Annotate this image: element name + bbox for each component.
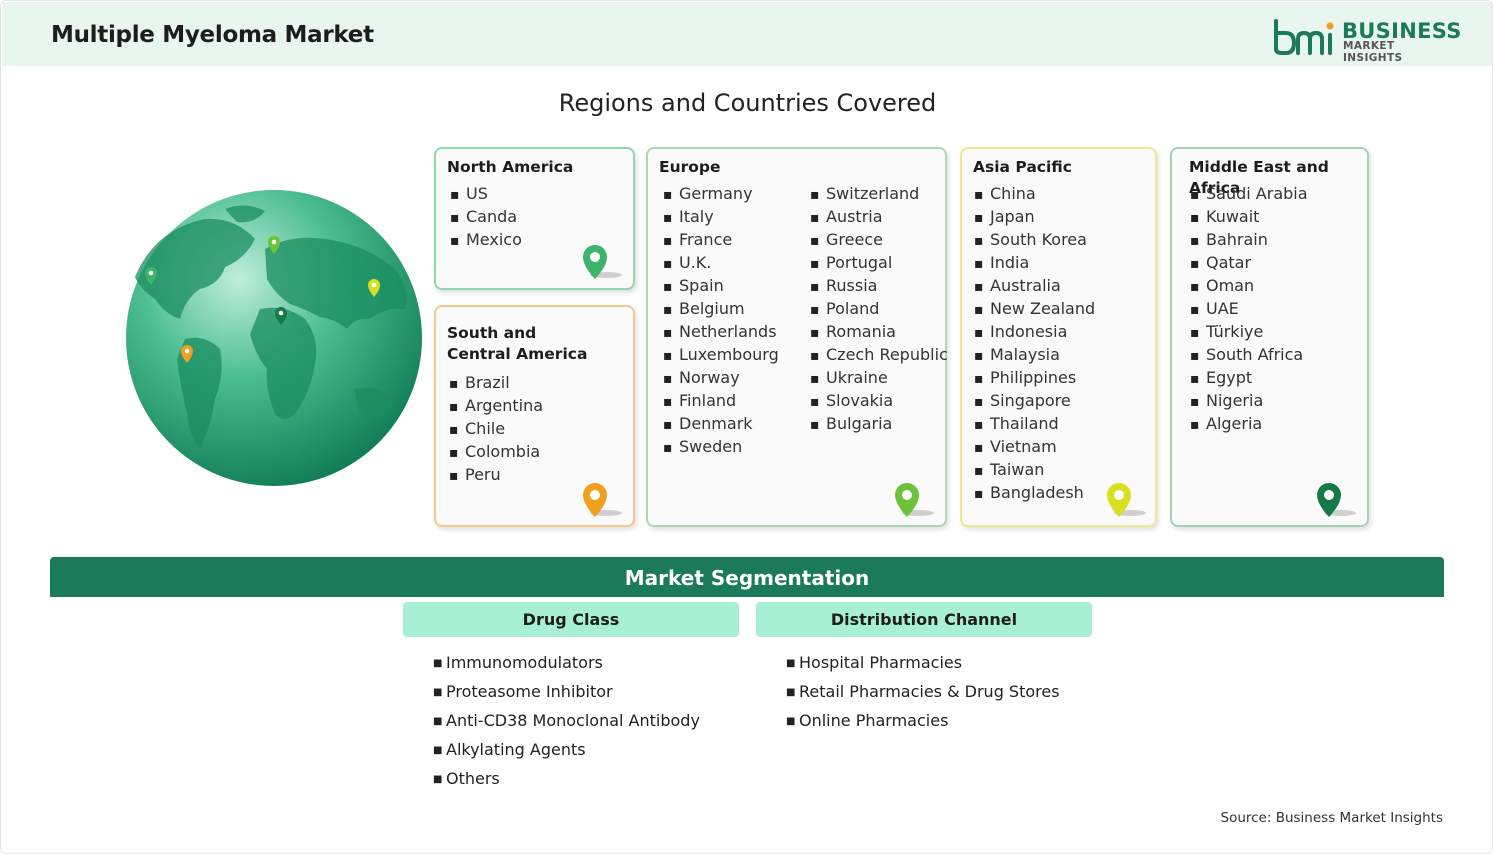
header-bar: Multiple Myeloma Market BUSINESS MARKET … — [2, 2, 1492, 66]
segment-header-distribution-channel: Distribution Channel — [756, 602, 1092, 637]
country-item: Norway — [663, 367, 779, 390]
country-item: Thailand — [974, 413, 1095, 436]
regions-title: Regions and Countries Covered — [558, 89, 937, 117]
country-item: Algeria — [1190, 413, 1308, 436]
country-list-asia-pacific: China Japan South Korea India Australia … — [974, 183, 1095, 505]
country-item: UAE — [1190, 298, 1308, 321]
country-item: Slovakia — [810, 390, 948, 413]
country-item: Greece — [810, 229, 948, 252]
country-item: New Zealand — [974, 298, 1095, 321]
country-item: India — [974, 252, 1095, 275]
country-item: Egypt — [1190, 367, 1308, 390]
region-title-asia-pacific: Asia Pacific — [973, 158, 1072, 176]
drug-class-list: Immunomodulators Proteasome Inhibitor An… — [433, 649, 700, 794]
country-item: US — [450, 183, 522, 206]
country-item: Russia — [810, 275, 948, 298]
country-item: Colombia — [449, 441, 543, 464]
country-item: Argentina — [449, 395, 543, 418]
region-card-north-america: North America US Canda Mexico — [434, 147, 635, 290]
country-item: Brazil — [449, 372, 543, 395]
country-item: Bangladesh — [974, 482, 1095, 505]
region-card-asia-pacific: Asia Pacific China Japan South Korea Ind… — [960, 147, 1157, 527]
company-logo: BUSINESS MARKET INSIGHTS — [1272, 17, 1461, 64]
country-list-europe-col2: Switzerland Austria Greece Portugal Russ… — [810, 183, 948, 436]
country-item: U.K. — [663, 252, 779, 275]
segment-item: Online Pharmacies — [786, 707, 1060, 736]
country-item: Romania — [810, 321, 948, 344]
infographic-frame: Multiple Myeloma Market BUSINESS MARKET … — [0, 0, 1493, 854]
country-item: South Africa — [1190, 344, 1308, 367]
country-item: Kuwait — [1190, 206, 1308, 229]
country-item: Singapore — [974, 390, 1095, 413]
country-item: Mexico — [450, 229, 522, 252]
region-title-europe: Europe — [659, 158, 721, 176]
segment-item: Hospital Pharmacies — [786, 649, 1060, 678]
country-item: Saudi Arabia — [1190, 183, 1308, 206]
segment-item: Proteasome Inhibitor — [433, 678, 700, 707]
country-item: Czech Republic — [810, 344, 948, 367]
country-item: Finland — [663, 390, 779, 413]
country-item: Vietnam — [974, 436, 1095, 459]
country-item: France — [663, 229, 779, 252]
region-card-middle-east-africa: Middle East and Africa Saudi Arabia Kuwa… — [1170, 147, 1369, 527]
source-note: Source: Business Market Insights — [1220, 810, 1444, 826]
country-item: Belgium — [663, 298, 779, 321]
segment-item: Anti-CD38 Monoclonal Antibody — [433, 707, 700, 736]
country-item: Canda — [450, 206, 522, 229]
country-item: Indonesia — [974, 321, 1095, 344]
country-list-north-america: US Canda Mexico — [450, 183, 522, 252]
country-item: Oman — [1190, 275, 1308, 298]
location-pin-icon — [1317, 483, 1356, 517]
country-item: Switzerland — [810, 183, 948, 206]
country-item: China — [974, 183, 1095, 206]
region-title-north-america: North America — [447, 158, 574, 176]
country-item: Sweden — [663, 436, 779, 459]
country-item: Nigeria — [1190, 390, 1308, 413]
region-card-europe: Europe Germany Italy France U.K. Spain B… — [646, 147, 948, 527]
country-item: Ukraine — [810, 367, 948, 390]
country-item: Luxembourg — [663, 344, 779, 367]
country-item: Australia — [974, 275, 1095, 298]
distribution-channel-list: Hospital Pharmacies Retail Pharmacies & … — [786, 649, 1060, 736]
country-item: Germany — [663, 183, 779, 206]
country-item: Netherlands — [663, 321, 779, 344]
location-pin-icon — [583, 245, 622, 279]
country-item: Bahrain — [1190, 229, 1308, 252]
country-item: Denmark — [663, 413, 779, 436]
segmentation-title-bar: Market Segmentation — [50, 557, 1444, 597]
country-item: Chile — [449, 418, 543, 441]
country-item: Qatar — [1190, 252, 1308, 275]
segment-item: Immunomodulators — [433, 649, 700, 678]
country-item: Japan — [974, 206, 1095, 229]
page-title: Multiple Myeloma Market — [51, 22, 374, 48]
country-item: Austria — [810, 206, 948, 229]
country-item: Türkiye — [1190, 321, 1308, 344]
location-pin-icon — [1107, 483, 1146, 517]
country-item: Taiwan — [974, 459, 1095, 482]
segment-item: Others — [433, 765, 700, 794]
country-list-middle-east-africa: Saudi Arabia Kuwait Bahrain Qatar Oman U… — [1190, 183, 1308, 436]
segment-header-drug-class: Drug Class — [403, 602, 739, 637]
location-pin-icon — [895, 483, 934, 517]
country-item: South Korea — [974, 229, 1095, 252]
globe-illustration — [126, 190, 422, 486]
country-item: Poland — [810, 298, 948, 321]
country-item: Peru — [449, 464, 543, 487]
country-list-south-america: Brazil Argentina Chile Colombia Peru — [449, 372, 543, 487]
country-item: Malaysia — [974, 344, 1095, 367]
country-item: Portugal — [810, 252, 948, 275]
country-item: Philippines — [974, 367, 1095, 390]
country-item: Spain — [663, 275, 779, 298]
segment-item: Retail Pharmacies & Drug Stores — [786, 678, 1060, 707]
location-pin-icon — [583, 483, 622, 517]
country-item: Bulgaria — [810, 413, 948, 436]
segment-item: Alkylating Agents — [433, 736, 700, 765]
logo-text-secondary: MARKET INSIGHTS — [1343, 40, 1403, 64]
bmi-logo-icon — [1274, 19, 1334, 55]
region-card-south-central-america: South and Central America Brazil Argenti… — [434, 305, 635, 527]
country-item: Italy — [663, 206, 779, 229]
region-title-south-central-america: South and Central America — [447, 324, 588, 363]
country-list-europe-col1: Germany Italy France U.K. Spain Belgium … — [663, 183, 779, 459]
